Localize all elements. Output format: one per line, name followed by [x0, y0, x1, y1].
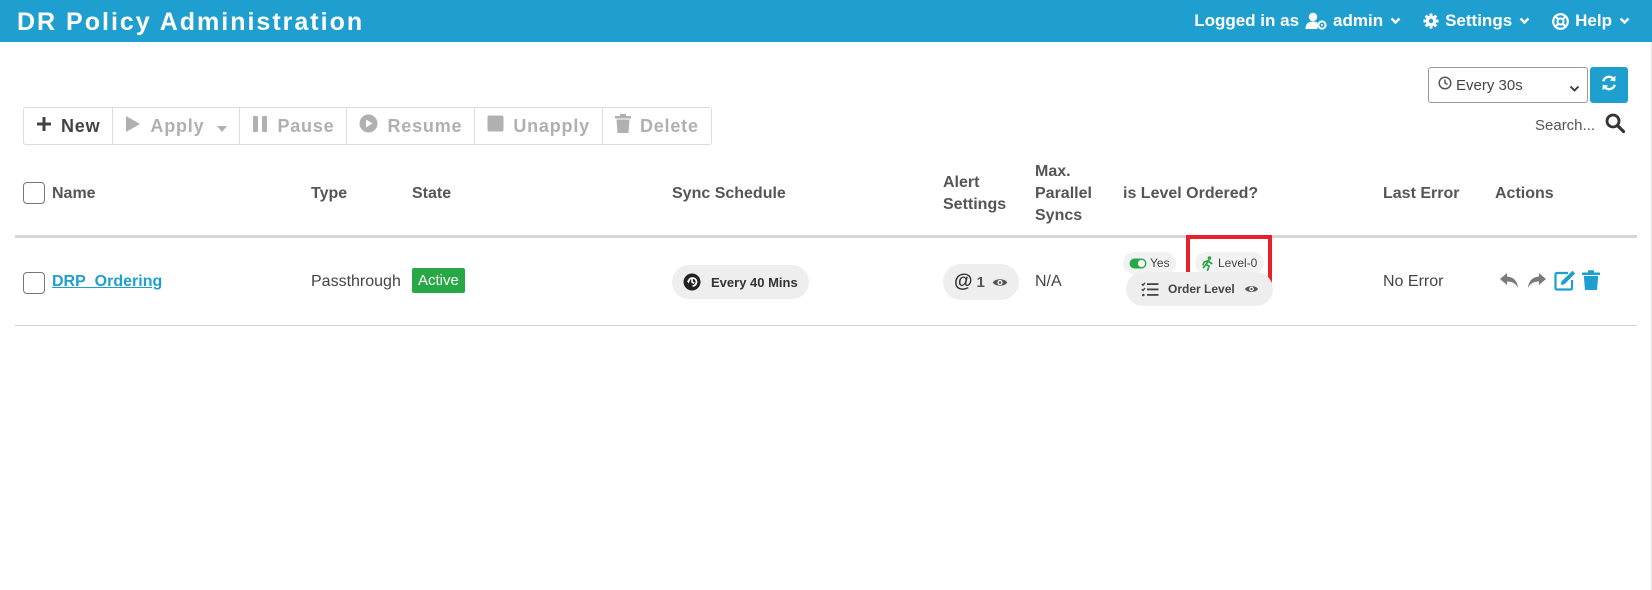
play-icon — [125, 115, 141, 138]
column-header-maxpar-line-3: Syncs — [1035, 207, 1083, 224]
edit-icon[interactable] — [1554, 270, 1576, 296]
pause-icon — [252, 115, 268, 138]
unapply-button[interactable]: Unapply — [475, 108, 603, 144]
row-select-checkbox[interactable] — [23, 272, 45, 294]
app-title: DR Policy Administration — [17, 8, 365, 36]
refresh-interval-select[interactable]: Every 30s — [1428, 67, 1588, 103]
refresh-interval-value: Every 30s — [1456, 76, 1523, 94]
column-header-state[interactable]: State — [412, 183, 451, 205]
redo-icon[interactable] — [1527, 272, 1547, 295]
chevron-down-icon — [1390, 17, 1401, 25]
new-button[interactable]: New — [24, 108, 114, 144]
apply-button[interactable]: Apply — [113, 108, 241, 144]
sync-schedule-value: Every 40 Mins — [711, 274, 798, 290]
column-header-alert-line-2: Settings — [943, 196, 1007, 213]
play-circle-icon — [359, 114, 378, 138]
top-nav: Logged in as admin Settings Help — [1194, 0, 1652, 42]
settings-menu[interactable]: Settings — [1423, 11, 1530, 31]
alert-count: 1 — [976, 273, 985, 291]
column-header-actions: Actions — [1495, 185, 1554, 202]
refresh-icon — [1600, 74, 1618, 97]
gear-icon — [1423, 13, 1439, 29]
list-check-icon — [1141, 281, 1159, 297]
level-ordered-value: Yes — [1150, 256, 1170, 270]
delete-button-label: Delete — [639, 115, 699, 136]
column-header-last-error[interactable]: Last Error — [1383, 183, 1459, 205]
column-header-sync-schedule[interactable]: Sync Schedule — [672, 183, 786, 205]
column-header-alert-line-1: Alert — [943, 174, 980, 191]
logged-in-label: Logged in as — [1194, 11, 1300, 30]
clock-icon — [1438, 76, 1452, 94]
order-level-label: Order Level — [1168, 282, 1235, 296]
pause-button-label: Pause — [277, 115, 335, 136]
trash-icon — [614, 114, 631, 138]
column-header-max-parallel-syncs[interactable]: Max. Parallel Syncs — [1035, 161, 1092, 227]
column-header-name[interactable]: Name — [52, 183, 96, 205]
column-header-alert-settings[interactable]: Alert Settings — [943, 172, 1006, 216]
column-header-maxpar-line-1: Max. — [1035, 163, 1071, 180]
undo-icon[interactable] — [1499, 272, 1519, 295]
column-header-type[interactable]: Type — [311, 183, 347, 205]
caret-down-icon — [217, 116, 228, 137]
help-menu[interactable]: Help — [1552, 11, 1630, 31]
life-ring-icon — [1552, 12, 1570, 30]
search-box[interactable]: Search... — [1535, 113, 1626, 137]
apply-button-label: Apply — [150, 115, 205, 136]
sync-schedule-icon — [682, 272, 702, 292]
column-header-level-ordered[interactable]: is Level Ordered? — [1123, 183, 1258, 205]
chevron-down-icon — [1519, 17, 1530, 25]
policy-name-link[interactable]: DRP_Ordering — [52, 273, 162, 291]
toggle-on-icon — [1129, 258, 1147, 269]
eye-icon — [1244, 284, 1259, 294]
resume-button[interactable]: Resume — [347, 108, 476, 144]
search-input-placeholder: Search... — [1535, 116, 1596, 134]
plus-icon — [36, 116, 52, 137]
unapply-button-label: Unapply — [513, 115, 590, 136]
order-level-pill[interactable]: Order Level — [1126, 272, 1273, 306]
chevron-down-icon — [1619, 17, 1630, 25]
status-badge: Active — [412, 268, 465, 293]
table-row: DRP_Ordering Passthrough Active Every 40… — [15, 235, 1637, 326]
table-header: Name Type State Sync Schedule Alert Sett… — [15, 155, 1637, 238]
user-name: admin — [1333, 11, 1384, 30]
select-all-checkbox[interactable] — [23, 182, 45, 204]
at-icon: @ — [954, 271, 973, 292]
delete-button[interactable]: Delete — [603, 108, 711, 144]
resume-button-label: Resume — [387, 115, 463, 136]
user-cog-icon — [1305, 12, 1327, 30]
new-button-label: New — [61, 115, 101, 136]
chevron-down-icon — [1569, 80, 1580, 97]
sync-schedule-pill[interactable]: Every 40 Mins — [672, 265, 809, 299]
stop-icon — [487, 115, 504, 137]
policy-type: Passthrough — [311, 273, 401, 290]
level-ordered-toggle[interactable]: Yes — [1123, 252, 1176, 274]
refresh-button[interactable] — [1590, 67, 1628, 103]
last-error-value: No Error — [1383, 273, 1444, 290]
action-toolbar: New Apply Pause Resume Unapply Delete — [23, 107, 712, 145]
alert-settings-pill[interactable]: @ 1 — [943, 264, 1019, 300]
search-icon[interactable] — [1605, 113, 1626, 137]
settings-label: Settings — [1445, 11, 1513, 30]
top-bar: DR Policy Administration Logged in as ad… — [0, 0, 1652, 42]
help-label: Help — [1575, 11, 1612, 30]
trash-icon[interactable] — [1582, 270, 1600, 295]
max-parallel-syncs: N/A — [1035, 273, 1062, 290]
pause-button[interactable]: Pause — [240, 108, 348, 144]
eye-icon — [992, 277, 1008, 288]
column-header-maxpar-line-2: Parallel — [1035, 185, 1092, 202]
user-menu[interactable]: Logged in as admin — [1194, 11, 1401, 31]
